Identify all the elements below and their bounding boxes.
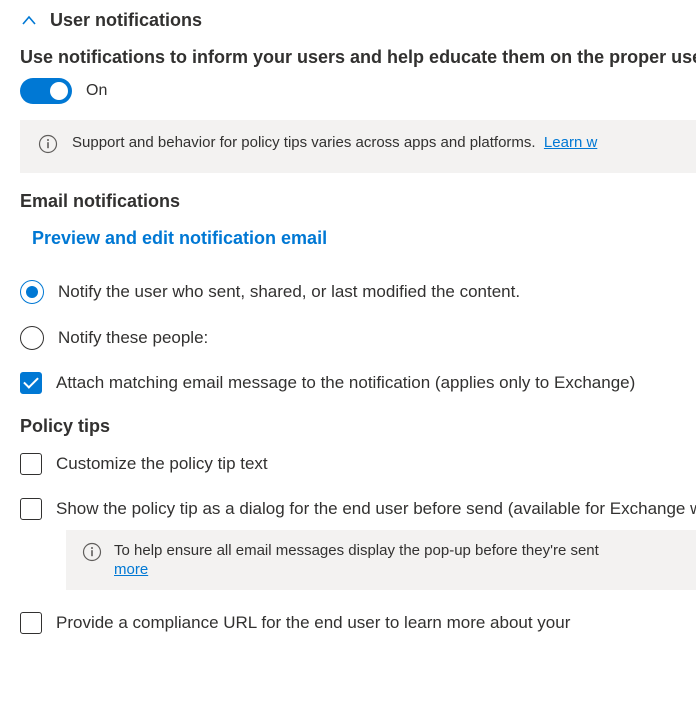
notify-sender-radio-row: Notify the user who sent, shared, or las… bbox=[20, 279, 696, 305]
info-text: Support and behavior for policy tips var… bbox=[72, 134, 597, 151]
section-title: User notifications bbox=[50, 10, 202, 31]
nested-info-message: To help ensure all email messages displa… bbox=[114, 542, 599, 559]
notify-people-label: Notify these people: bbox=[58, 325, 208, 351]
notify-sender-label: Notify the user who sent, shared, or las… bbox=[58, 279, 520, 305]
show-dialog-info-box: To help ensure all email messages displa… bbox=[66, 530, 696, 590]
notifications-toggle[interactable] bbox=[20, 78, 72, 104]
toggle-knob bbox=[50, 82, 68, 100]
nested-more-link[interactable]: more bbox=[114, 561, 599, 578]
preview-email-link[interactable]: Preview and edit notification email bbox=[32, 228, 327, 249]
support-info-box: Support and behavior for policy tips var… bbox=[20, 120, 696, 173]
customize-text-checkbox[interactable] bbox=[20, 453, 42, 475]
compliance-url-label: Provide a compliance URL for the end use… bbox=[56, 610, 570, 636]
customize-text-checkbox-row: Customize the policy tip text bbox=[20, 451, 696, 477]
show-dialog-checkbox-row: Show the policy tip as a dialog for the … bbox=[20, 496, 696, 522]
email-notifications-title: Email notifications bbox=[20, 191, 696, 212]
notify-people-radio-row: Notify these people: bbox=[20, 325, 696, 351]
section-header[interactable]: User notifications bbox=[20, 10, 696, 31]
chevron-up-icon bbox=[20, 12, 38, 30]
policy-tips-title: Policy tips bbox=[20, 416, 696, 437]
attach-message-checkbox[interactable] bbox=[20, 372, 42, 394]
attach-message-checkbox-row: Attach matching email message to the not… bbox=[20, 370, 696, 396]
notify-sender-radio[interactable] bbox=[20, 280, 44, 304]
notify-people-radio[interactable] bbox=[20, 326, 44, 350]
compliance-url-checkbox[interactable] bbox=[20, 612, 42, 634]
nested-info-text: To help ensure all email messages displa… bbox=[114, 542, 599, 578]
show-dialog-checkbox[interactable] bbox=[20, 498, 42, 520]
toggle-state-label: On bbox=[86, 82, 107, 100]
info-icon bbox=[82, 542, 102, 567]
customize-text-label: Customize the policy tip text bbox=[56, 451, 268, 477]
info-message: Support and behavior for policy tips var… bbox=[72, 134, 536, 151]
compliance-url-checkbox-row: Provide a compliance URL for the end use… bbox=[20, 610, 696, 636]
info-icon bbox=[38, 134, 58, 159]
notifications-toggle-row: On bbox=[20, 78, 696, 104]
attach-message-label: Attach matching email message to the not… bbox=[56, 370, 635, 396]
section-description: Use notifications to inform your users a… bbox=[20, 47, 696, 68]
show-dialog-label: Show the policy tip as a dialog for the … bbox=[56, 496, 696, 522]
learn-more-link[interactable]: Learn w bbox=[544, 134, 597, 151]
